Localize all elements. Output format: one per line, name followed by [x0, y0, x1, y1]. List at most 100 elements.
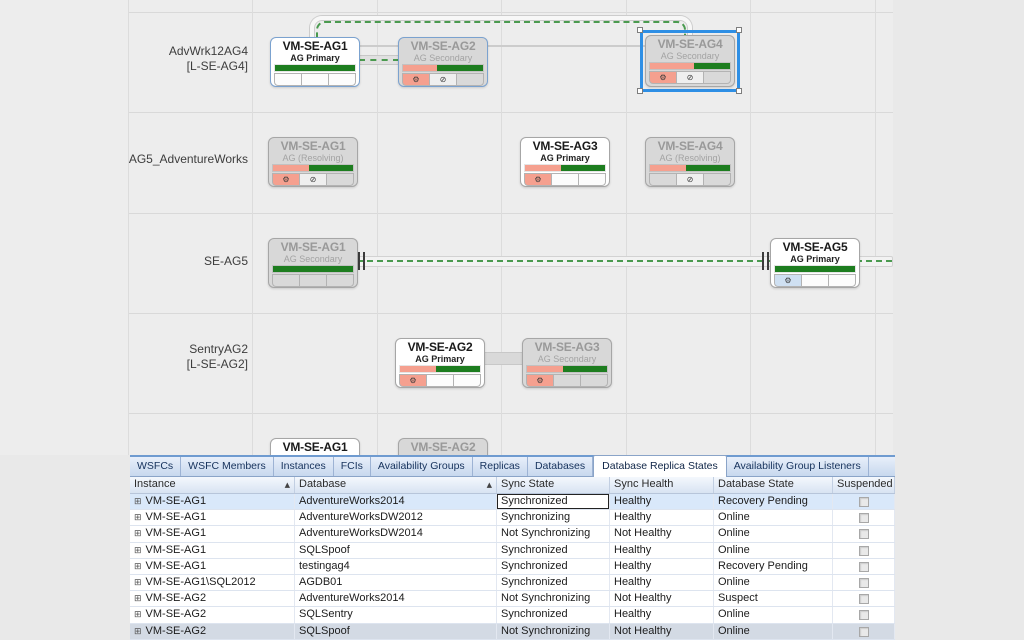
status-cell[interactable] [649, 173, 677, 186]
cell-sync-health[interactable]: Healthy [610, 575, 714, 590]
blocked-icon[interactable]: ⊘ [429, 73, 457, 86]
gear-red-icon[interactable]: ⚙ [526, 374, 554, 387]
status-cell[interactable] [551, 173, 579, 186]
cell-database[interactable]: AdventureWorks2014 [295, 494, 497, 509]
column-header-sync-health[interactable]: Sync Health [610, 477, 714, 493]
suspended-checkbox[interactable] [859, 627, 869, 637]
vm-node-vm-se-ag4-selected[interactable]: VM-SE-AG4 AG Secondary ⚙⊘ [645, 35, 735, 87]
cell-database-state[interactable]: Recovery Pending [714, 559, 833, 574]
cell-instance[interactable]: ⊞VM-SE-AG1 [130, 559, 295, 574]
table-row[interactable]: ⊞VM-SE-AG2AdventureWorks2014Not Synchron… [130, 591, 895, 607]
expand-plus-icon[interactable]: ⊞ [134, 497, 142, 507]
cell-database[interactable]: SQLSpoof [295, 624, 497, 639]
status-cell[interactable] [426, 374, 454, 387]
status-cell[interactable] [326, 173, 354, 186]
cell-database-state[interactable]: Online [714, 526, 833, 541]
cell-sync-state[interactable]: Synchronized [497, 559, 610, 574]
gear-red-icon[interactable]: ⚙ [402, 73, 430, 86]
tab-wsfcs[interactable]: WSFCs [130, 457, 181, 476]
cell-instance[interactable]: ⊞VM-SE-AG2 [130, 607, 295, 622]
selection-handle[interactable] [736, 27, 742, 33]
status-cell[interactable] [274, 73, 302, 86]
vm-node-vm-se-ag4-resolving[interactable]: VM-SE-AG4 AG (Resolving) ⊘ [645, 137, 735, 187]
cell-database[interactable]: AGDB01 [295, 575, 497, 590]
suspended-checkbox[interactable] [859, 497, 869, 507]
cell-database-state[interactable]: Recovery Pending [714, 494, 833, 509]
table-row[interactable]: ⊞VM-SE-AG2SQLSentrySynchronizedHealthyOn… [130, 607, 895, 623]
column-header-database[interactable]: Database▲ [295, 477, 497, 493]
gear-red-icon[interactable]: ⚙ [399, 374, 427, 387]
tab-replicas[interactable]: Replicas [473, 457, 528, 476]
status-cell[interactable] [456, 73, 484, 86]
cell-database[interactable]: testingag4 [295, 559, 497, 574]
cell-sync-state[interactable]: Not Synchronizing [497, 591, 610, 606]
column-header-instance[interactable]: Instance▲ [130, 477, 295, 493]
cell-instance[interactable]: ⊞VM-SE-AG2 [130, 591, 295, 606]
cell-instance[interactable]: ⊞VM-SE-AG1\SQL2012 [130, 575, 295, 590]
cell-database[interactable]: AdventureWorksDW2014 [295, 526, 497, 541]
suspended-checkbox[interactable] [859, 546, 869, 556]
selection-handle[interactable] [736, 88, 742, 94]
tab-databases[interactable]: Databases [528, 457, 593, 476]
column-header-sync-state[interactable]: Sync State [497, 477, 610, 493]
expand-plus-icon[interactable]: ⊞ [134, 513, 142, 523]
selection-handle[interactable] [637, 27, 643, 33]
status-cell[interactable] [703, 71, 731, 84]
table-row[interactable]: ⊞VM-SE-AG1AdventureWorksDW2014Not Synchr… [130, 526, 895, 542]
tab-instances[interactable]: Instances [274, 457, 334, 476]
connector-grip-icon[interactable] [358, 252, 365, 270]
blocked-icon[interactable]: ⊘ [676, 71, 704, 84]
tab-wsfc-members[interactable]: WSFC Members [181, 457, 274, 476]
status-cell[interactable] [272, 274, 300, 287]
cell-instance[interactable]: ⊞VM-SE-AG1 [130, 526, 295, 541]
connector-grip-icon[interactable] [762, 252, 769, 270]
vm-node-vm-se-ag3-primary[interactable]: VM-SE-AG3 AG Primary ⚙ [520, 137, 610, 187]
status-cell[interactable] [453, 374, 481, 387]
cell-database-state[interactable]: Suspect [714, 591, 833, 606]
expand-plus-icon[interactable]: ⊞ [134, 546, 142, 556]
tab-database-replica-states[interactable]: Database Replica States [593, 455, 727, 477]
expand-plus-icon[interactable]: ⊞ [134, 562, 142, 572]
table-row[interactable]: ⊞VM-SE-AG1testingag4SynchronizedHealthyR… [130, 559, 895, 575]
status-cell[interactable] [301, 73, 329, 86]
blocked-icon[interactable]: ⊘ [676, 173, 704, 186]
cell-instance[interactable]: ⊞VM-SE-AG1 [130, 494, 295, 509]
cell-sync-health[interactable]: Not Healthy [610, 591, 714, 606]
cell-instance[interactable]: ⊞VM-SE-AG1 [130, 510, 295, 525]
status-cell[interactable] [326, 274, 354, 287]
table-row[interactable]: ⊞VM-SE-AG2SQLSpoofNot SynchronizingNot H… [130, 624, 895, 640]
vm-node-vm-se-ag3-secondary[interactable]: VM-SE-AG3 AG Secondary ⚙ [522, 338, 612, 388]
gear-red-icon[interactable]: ⚙ [272, 173, 300, 186]
expand-plus-icon[interactable]: ⊞ [134, 610, 142, 620]
cell-sync-health[interactable]: Healthy [610, 510, 714, 525]
suspended-checkbox[interactable] [859, 562, 869, 572]
cell-sync-state[interactable]: Not Synchronizing [497, 526, 610, 541]
tab-availability-groups[interactable]: Availability Groups [371, 457, 473, 476]
gear-red-icon[interactable]: ⚙ [649, 71, 677, 84]
cell-database[interactable]: SQLSentry [295, 607, 497, 622]
cell-database[interactable]: AdventureWorks2014 [295, 591, 497, 606]
suspended-checkbox[interactable] [859, 578, 869, 588]
cell-sync-health[interactable]: Not Healthy [610, 526, 714, 541]
table-row[interactable]: ⊞VM-SE-AG1AdventureWorksDW2012Synchroniz… [130, 510, 895, 526]
ag-topology-diagram[interactable]: AdvWrk12AG4 [L-SE-AG4] AG5_AdventureWork… [0, 0, 893, 455]
tab-availability-group-listeners[interactable]: Availability Group Listeners [727, 457, 869, 476]
vm-node-vm-se-ag2-primary[interactable]: VM-SE-AG2 AG Primary ⚙ [395, 338, 485, 388]
column-header-suspended[interactable]: Suspended [833, 477, 895, 493]
cell-database[interactable]: SQLSpoof [295, 543, 497, 558]
cell-sync-state[interactable]: Synchronized [497, 543, 610, 558]
cell-sync-health[interactable]: Healthy [610, 494, 714, 509]
suspended-checkbox[interactable] [859, 513, 869, 523]
status-cell[interactable] [578, 173, 606, 186]
vm-node-vm-se-ag1-primary[interactable]: VM-SE-AG1 AG Primary [270, 37, 360, 87]
status-cell[interactable] [801, 274, 829, 287]
expand-plus-icon[interactable]: ⊞ [134, 578, 142, 588]
gear-blue-icon[interactable]: ⚙ [774, 274, 802, 287]
cell-sync-state[interactable]: Synchronized [497, 494, 610, 509]
cell-sync-state[interactable]: Synchronized [497, 575, 610, 590]
cell-sync-state[interactable]: Not Synchronizing [497, 624, 610, 639]
cell-sync-state[interactable]: Synchronizing [497, 510, 610, 525]
status-cell[interactable] [703, 173, 731, 186]
table-row[interactable]: ⊞VM-SE-AG1\SQL2012AGDB01SynchronizedHeal… [130, 575, 895, 591]
cell-database-state[interactable]: Online [714, 624, 833, 639]
